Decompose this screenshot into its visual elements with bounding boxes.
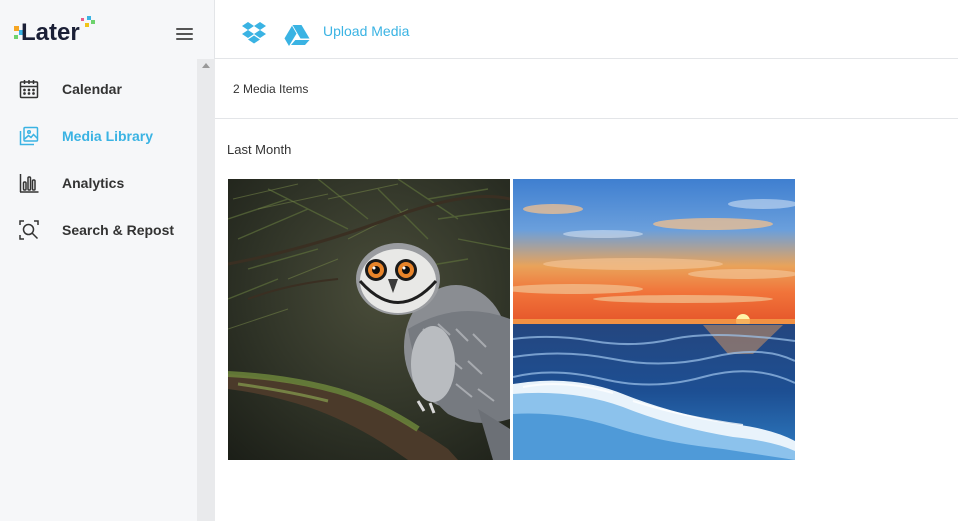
menu-toggle-icon[interactable] <box>176 28 193 42</box>
sidebar-item-label: Calendar <box>62 80 122 97</box>
sidebar-item-label: Search & Repost <box>62 221 175 238</box>
media-count-label: 2 Media Items <box>233 82 309 96</box>
sidebar: Later Calendar Media Library Analytics S… <box>0 0 215 521</box>
media-library-icon <box>18 125 40 147</box>
app: Later Calendar Media Library Analytics S… <box>0 0 958 521</box>
sidebar-item-search-repost[interactable]: Search & Repost <box>0 206 197 253</box>
later-logo[interactable]: Later <box>13 14 103 46</box>
media-thumbnail-owl[interactable] <box>228 179 510 460</box>
media-thumbnail-sunset-ocean[interactable] <box>513 179 795 460</box>
upload-media-link[interactable]: Upload Media <box>323 23 409 39</box>
sidebar-item-analytics[interactable]: Analytics <box>0 159 197 206</box>
analytics-icon <box>18 172 40 194</box>
scroll-up-arrow-icon[interactable] <box>202 63 210 68</box>
sidebar-item-label: Analytics <box>62 174 125 191</box>
sidebar-item-label: Media Library <box>62 127 154 144</box>
dropbox-icon[interactable] <box>241 21 267 45</box>
sidebar-item-media-library[interactable]: Media Library <box>0 112 197 159</box>
calendar-icon <box>18 78 40 100</box>
section-title: Last Month <box>227 142 292 157</box>
media-count-bar: 2 Media Items <box>215 59 958 119</box>
google-drive-icon[interactable] <box>284 24 310 46</box>
sidebar-nav: Calendar Media Library Analytics Search … <box>0 65 197 253</box>
sidebar-scrollbar[interactable] <box>197 59 215 521</box>
top-toolbar: Upload Media <box>215 0 958 59</box>
svg-text:Later: Later <box>21 19 80 46</box>
sidebar-item-calendar[interactable]: Calendar <box>0 65 197 112</box>
search-repost-icon <box>18 219 40 241</box>
